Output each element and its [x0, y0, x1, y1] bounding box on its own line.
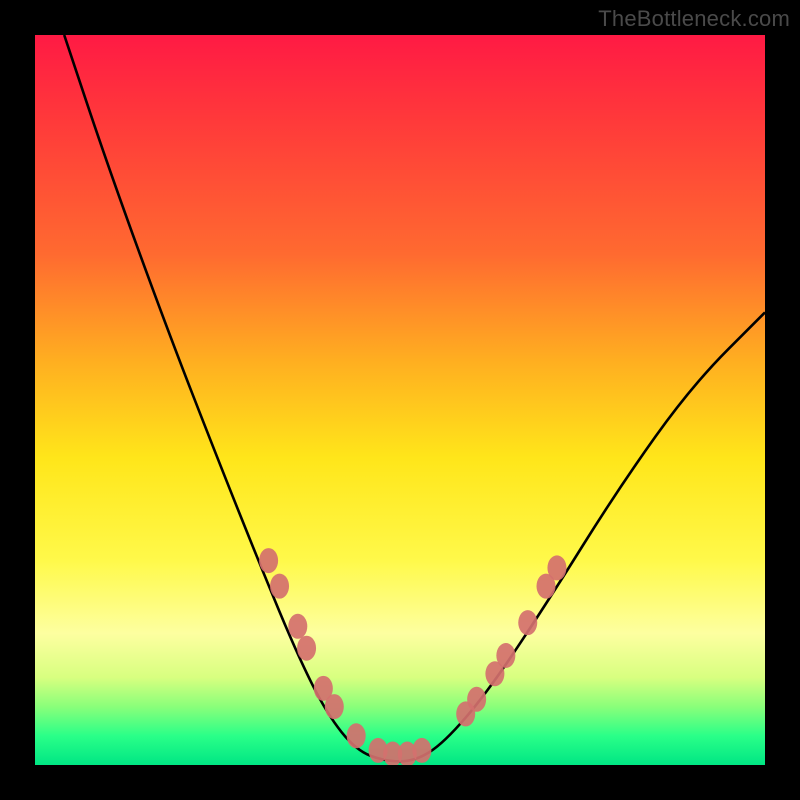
plot-area: [35, 35, 765, 765]
chart-container: TheBottleneck.com: [0, 0, 800, 800]
curve-svg: [35, 35, 765, 765]
highlighted-markers: [259, 548, 566, 765]
bottleneck-curve: [64, 35, 765, 761]
watermark-text: TheBottleneck.com: [598, 6, 790, 32]
